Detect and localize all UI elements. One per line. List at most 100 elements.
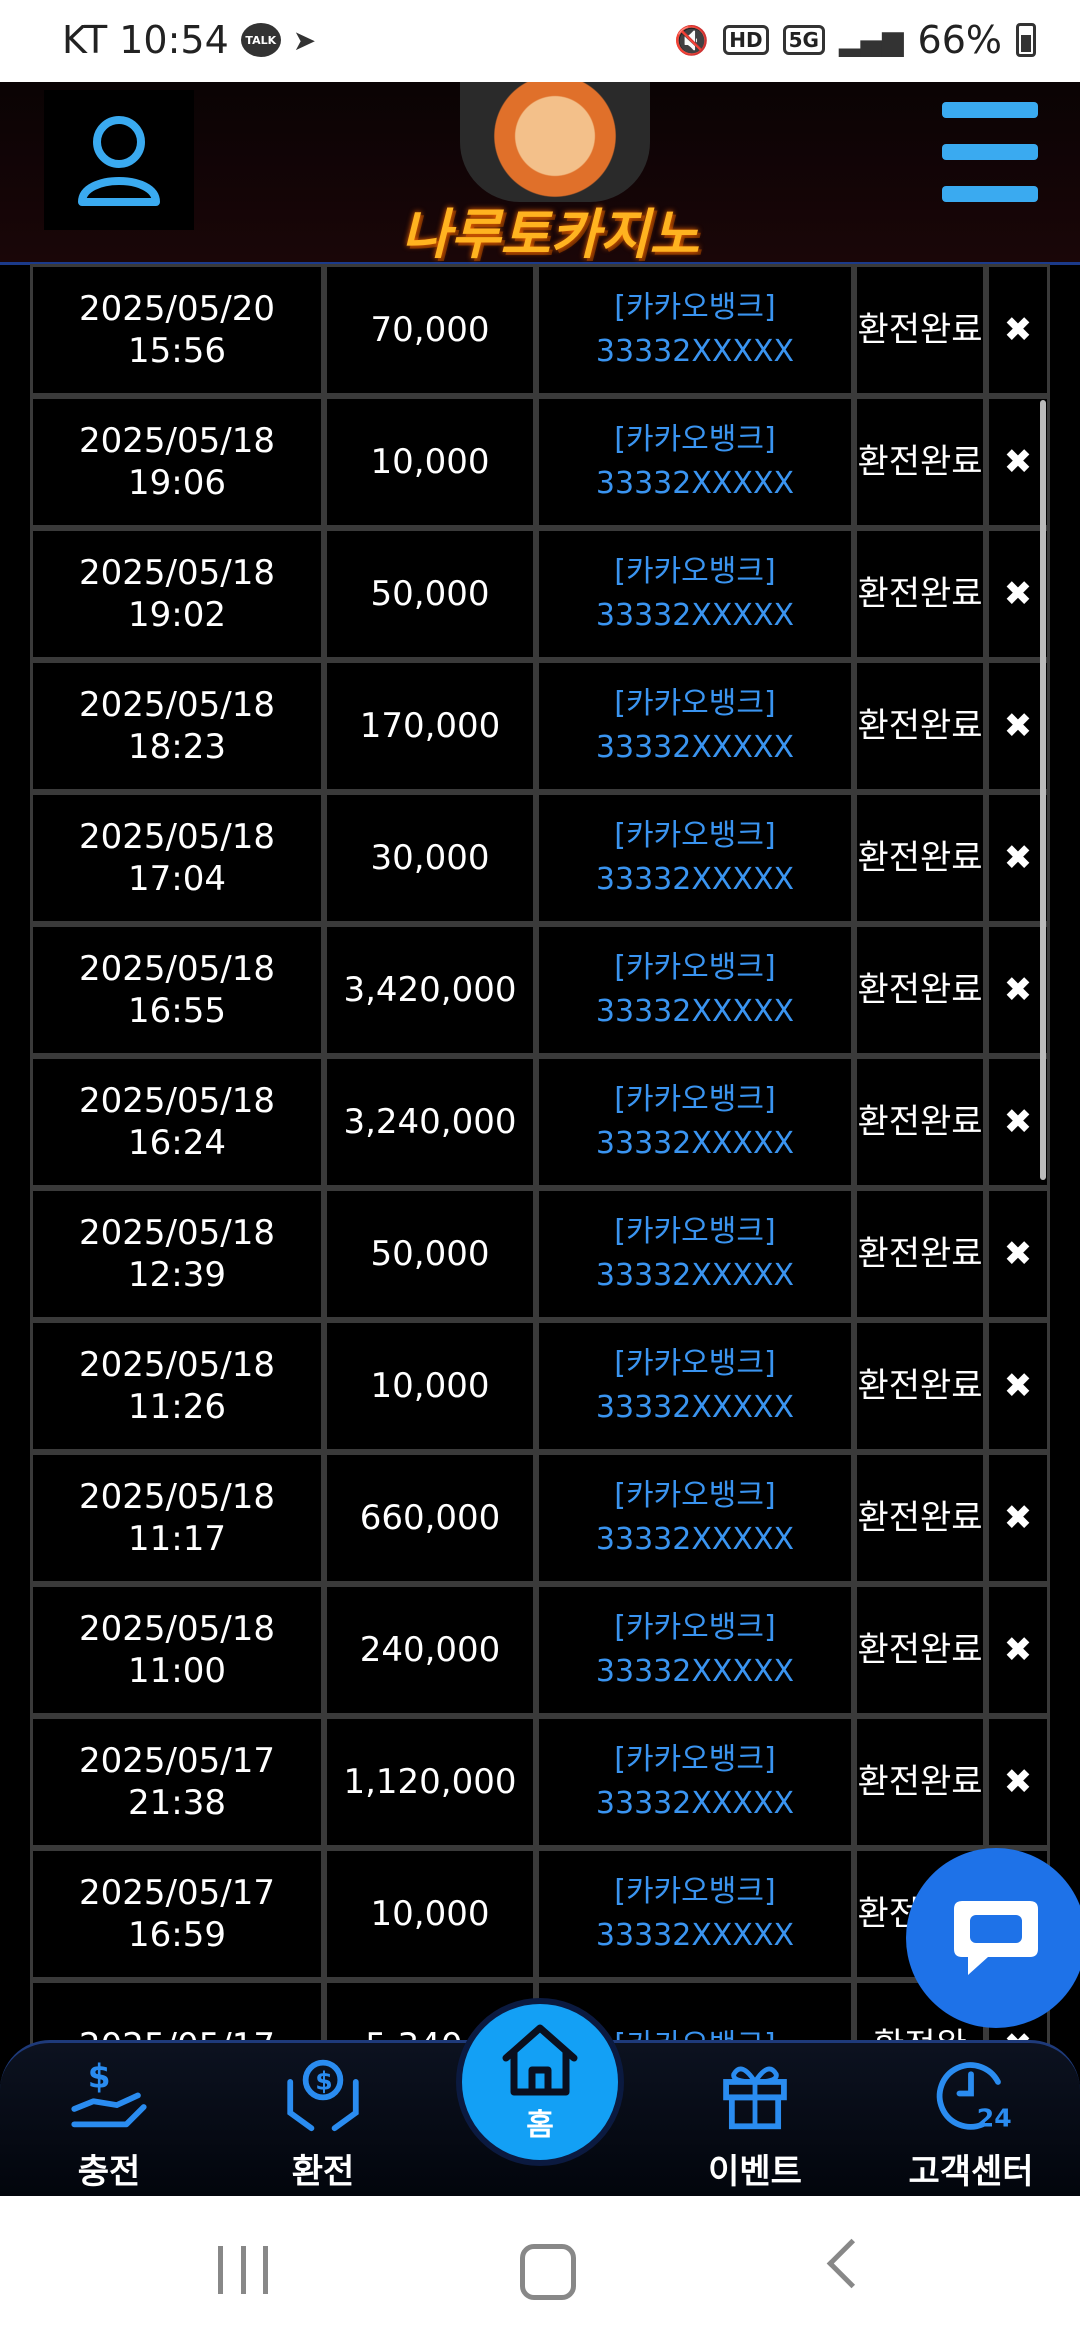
delete-button[interactable]: ✖ bbox=[986, 1584, 1050, 1716]
casino-logo[interactable]: 나루토카지노 bbox=[400, 82, 700, 266]
battery-percent: 66% bbox=[917, 18, 1002, 62]
amount-cell: 3,240,000 bbox=[324, 1056, 536, 1188]
signal-icon: ▂▄▆ bbox=[838, 23, 904, 57]
logo-character bbox=[460, 82, 650, 202]
bank-name: [카카오뱅크] bbox=[614, 1478, 776, 1513]
status-cell: 환전완료 bbox=[854, 1188, 986, 1320]
account-number: 33332XXXXX bbox=[595, 862, 795, 897]
bank-cell: [카카오뱅크] 33332XXXXX bbox=[536, 1188, 854, 1320]
table-row: 2025/05/18 19:02 50,000 [카카오뱅크] 33332XXXXX 환전… bbox=[30, 528, 1050, 660]
status-cell: 환전완료 bbox=[854, 1584, 986, 1716]
status-cell: 환전완료 bbox=[854, 1452, 986, 1584]
amount-cell: 10,000 bbox=[324, 1320, 536, 1452]
amount-cell: 50,000 bbox=[324, 528, 536, 660]
date-text: 2025/05/18 bbox=[79, 1213, 275, 1253]
delete-button[interactable]: ✖ bbox=[986, 1320, 1050, 1452]
nav-exchange[interactable]: $ 환전 bbox=[248, 2053, 398, 2193]
svg-text:$: $ bbox=[315, 2067, 332, 2096]
account-number: 33332XXXXX bbox=[595, 466, 795, 501]
table-row: 2025/05/1716:5910,000[카카오뱅크]33332XXXXX환전… bbox=[30, 1848, 1050, 1980]
bank-name: [카카오뱅크] bbox=[614, 1214, 776, 1249]
table-row: 2025/05/18 11:00 240,000 [카카오뱅크] 33332XXXXX 환… bbox=[30, 1584, 1050, 1716]
amount-cell: 240,000 bbox=[324, 1584, 536, 1716]
close-icon: ✖ bbox=[1003, 1630, 1033, 1670]
account-number: 33332XXXXX bbox=[595, 1258, 795, 1293]
nav-support[interactable]: 24 고객센터 bbox=[896, 2053, 1046, 2193]
status-cell: 환전완료 bbox=[854, 792, 986, 924]
table-row: 2025/05/18 18:23 170,000 [카카오뱅크] 33332XXXXX 환… bbox=[30, 660, 1050, 792]
bank-cell: [카카오뱅크] 33332XXXXX bbox=[536, 792, 854, 924]
nav-event[interactable]: 이벤트 bbox=[680, 2053, 830, 2193]
system-home-icon[interactable] bbox=[520, 2244, 576, 2300]
recent-apps-icon[interactable] bbox=[218, 2246, 268, 2294]
table-row: 2025/05/17 21:38 1,120,000 [카카오뱅크] 33332XXXX… bbox=[30, 1716, 1050, 1848]
date-cell: 2025/05/18 16:55 bbox=[30, 924, 324, 1056]
status-cell: 환전완료 bbox=[854, 1716, 986, 1848]
amount-cell: 70,000 bbox=[324, 264, 536, 396]
live-chat-button[interactable] bbox=[906, 1848, 1080, 2028]
bank-cell: [카카오뱅크] 33332XXXXX bbox=[536, 264, 854, 396]
date-text: 2025/05/18 bbox=[79, 1345, 275, 1385]
time-text: 18:23 bbox=[128, 727, 226, 767]
amount-cell: 1,120,000 bbox=[324, 1716, 536, 1848]
status-cell: 환전완료 bbox=[854, 924, 986, 1056]
bank-cell: [카카오뱅크] 33332XXXXX bbox=[536, 1848, 854, 1980]
account-number: 33332XXXXX bbox=[595, 730, 795, 765]
amount-cell: 10,000 bbox=[324, 396, 536, 528]
date-cell: 2025/05/18 17:04 bbox=[30, 792, 324, 924]
back-icon[interactable] bbox=[826, 2238, 877, 2289]
account-number: 33332XXXXX bbox=[595, 1786, 795, 1821]
hd-icon: HD bbox=[723, 25, 769, 55]
table-row: 2025/05/18 16:24 3,240,000 [카카오뱅크] 33332XXXX… bbox=[30, 1056, 1050, 1188]
scrollbar[interactable] bbox=[1040, 400, 1046, 1180]
delete-button[interactable]: ✖ bbox=[986, 1716, 1050, 1848]
account-number: 33332XXXXX bbox=[595, 334, 795, 369]
table-row: 2025/05/18 12:39 50,000 [카카오뱅크] 33332XXXXX 환전… bbox=[30, 1188, 1050, 1320]
date-cell: 2025/05/18 19:02 bbox=[30, 528, 324, 660]
date-text: 2025/05/18 bbox=[79, 817, 275, 857]
status-cell: 환전완료 bbox=[854, 264, 986, 396]
bank-cell: [카카오뱅크] 33332XXXXX bbox=[536, 1056, 854, 1188]
menu-bar-icon bbox=[942, 102, 1038, 118]
bank-name: [카카오뱅크] bbox=[614, 554, 776, 589]
delete-button[interactable]: ✖ bbox=[986, 1452, 1050, 1584]
nav-home-button[interactable]: 홈 bbox=[456, 1998, 624, 2166]
account-number: 33332XXXXX bbox=[595, 1522, 795, 1557]
time-text: 11:00 bbox=[128, 1651, 226, 1691]
bank-name: [카카오뱅크] bbox=[614, 1874, 776, 1909]
date-cell: 2025/05/18 11:00 bbox=[30, 1584, 324, 1716]
time-text: 16:59 bbox=[128, 1915, 226, 1955]
bank-name: [카카오뱅크] bbox=[614, 818, 776, 853]
close-icon: ✖ bbox=[1003, 574, 1033, 614]
logo-text: 나루토카지노 bbox=[400, 203, 700, 266]
gift-icon bbox=[723, 2066, 787, 2130]
close-icon: ✖ bbox=[1003, 838, 1033, 878]
bank-cell: [카카오뱅크] 33332XXXXX bbox=[536, 1452, 854, 1584]
amount-cell: 10,000 bbox=[324, 1848, 536, 1980]
amount-cell: 660,000 bbox=[324, 1452, 536, 1584]
bank-cell: [카카오뱅크] 33332XXXXX bbox=[536, 528, 854, 660]
user-icon bbox=[78, 116, 160, 206]
amount-cell: 3,420,000 bbox=[324, 924, 536, 1056]
app-header: 나루토카지노 bbox=[0, 82, 1080, 266]
amount-cell: 50,000 bbox=[324, 1188, 536, 1320]
date-text: 2025/05/17 bbox=[79, 1873, 275, 1913]
bank-cell: [카카오뱅크] 33332XXXXX bbox=[536, 1716, 854, 1848]
status-bar: KT 10:54 TALK ➤ 🔇 HD 5G ▂▄▆ 66% bbox=[0, 0, 1080, 82]
date-text: 2025/05/18 bbox=[79, 685, 275, 725]
delete-button[interactable]: ✖ bbox=[986, 264, 1050, 396]
date-cell: 2025/05/18 18:23 bbox=[30, 660, 324, 792]
status-cell: 환전완료 bbox=[854, 528, 986, 660]
bank-cell: [카카오뱅크] 33332XXXXX bbox=[536, 660, 854, 792]
delete-button[interactable]: ✖ bbox=[986, 1188, 1050, 1320]
user-button[interactable] bbox=[44, 90, 194, 230]
close-icon: ✖ bbox=[1003, 1762, 1033, 1802]
nav-charge[interactable]: $ 충전 bbox=[34, 2053, 184, 2193]
hamburger-menu-button[interactable] bbox=[942, 102, 1038, 202]
date-cell: 2025/05/18 11:17 bbox=[30, 1452, 324, 1584]
bank-name: [카카오뱅크] bbox=[614, 1082, 776, 1117]
status-right: 🔇 HD 5G ▂▄▆ 66% bbox=[674, 18, 1036, 62]
bank-name: [카카오뱅크] bbox=[614, 950, 776, 985]
close-icon: ✖ bbox=[1003, 442, 1033, 482]
time-text: 11:26 bbox=[128, 1387, 226, 1427]
